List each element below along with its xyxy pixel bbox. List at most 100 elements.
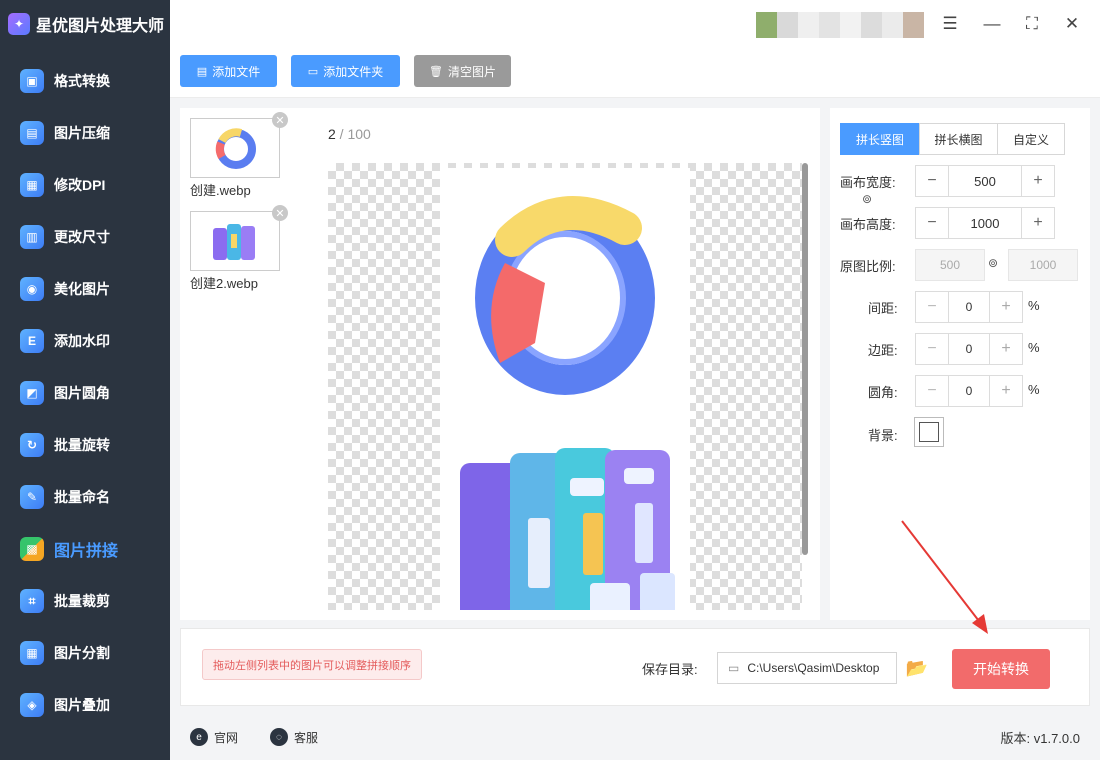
- margin-stepper[interactable]: − 0 +: [915, 333, 1023, 365]
- sidebar-item-split[interactable]: ▦ 图片分割: [0, 627, 170, 679]
- decrease-button[interactable]: −: [916, 208, 948, 238]
- watermark-icon: E: [20, 329, 44, 353]
- sidebar-item-image-compress[interactable]: ▤ 图片压缩: [0, 107, 170, 159]
- user-avatar[interactable]: [756, 12, 924, 38]
- sidebar-item-watermark[interactable]: E 添加水印: [0, 315, 170, 367]
- tab-horizontal[interactable]: 拼长横图: [919, 123, 998, 155]
- corner-radius-label: 圆角:: [868, 385, 898, 400]
- sidebar-item-resize[interactable]: ▥ 更改尺寸: [0, 211, 170, 263]
- increase-button[interactable]: +: [990, 334, 1022, 364]
- preview-scrollbar[interactable]: [802, 163, 808, 555]
- remove-file-icon[interactable]: ✕: [272, 112, 288, 128]
- canvas-height-stepper[interactable]: − 1000 +: [915, 207, 1055, 239]
- sidebar-item-crop[interactable]: ⌗ 批量裁剪: [0, 575, 170, 627]
- spacing-stepper[interactable]: − 0 +: [915, 291, 1023, 323]
- maximize-icon[interactable]: ⛶: [1018, 10, 1046, 38]
- dpi-icon: ▦: [20, 173, 44, 197]
- sidebar-item-beautify[interactable]: ◉ 美化图片: [0, 263, 170, 315]
- image-compress-icon: ▤: [20, 121, 44, 145]
- sidebar-item-dpi[interactable]: ▦ 修改DPI: [0, 159, 170, 211]
- file-name: 创建2.webp: [190, 276, 258, 291]
- file-thumbnail[interactable]: ✕: [190, 205, 288, 271]
- sidebar-item-label: 图片拼接: [54, 543, 119, 560]
- rotate-icon: ↻: [20, 433, 44, 457]
- layers-icon: ◈: [20, 693, 44, 717]
- close-icon[interactable]: ✕: [1058, 10, 1086, 38]
- increase-button[interactable]: +: [1022, 208, 1054, 238]
- mode-tabs: 拼长竖图 拼长横图 自定义: [840, 123, 1065, 155]
- decrease-button[interactable]: −: [916, 376, 948, 406]
- sidebar-item-rotate[interactable]: ↻ 批量旋转: [0, 419, 170, 471]
- percent-sign: %: [1028, 382, 1040, 397]
- sidebar-item-stitch[interactable]: ▩ 图片拼接: [0, 523, 170, 575]
- link-icon[interactable]: ⊚: [862, 192, 872, 206]
- browse-folder-icon[interactable]: 📂: [905, 656, 929, 680]
- support-link[interactable]: ◌ 客服: [270, 728, 318, 746]
- sidebar-item-label: 格式转换: [54, 73, 110, 89]
- background-color-picker[interactable]: [914, 417, 944, 447]
- remove-file-icon[interactable]: ✕: [272, 205, 288, 221]
- stitched-image: [440, 168, 690, 610]
- beautify-icon: ◉: [20, 277, 44, 301]
- corner-radius-stepper[interactable]: − 0 +: [915, 375, 1023, 407]
- app-logo-icon: ✦: [8, 13, 30, 35]
- settings-sliders-icon[interactable]: ☰: [936, 10, 964, 38]
- canvas-height-label: 画布高度:: [840, 217, 896, 232]
- canvas-width-value[interactable]: 500: [948, 166, 1022, 196]
- margin-value[interactable]: 0: [948, 334, 990, 364]
- donut-chart-thumb-icon: [215, 128, 256, 169]
- file-icon: ▤: [196, 65, 208, 78]
- tab-vertical[interactable]: 拼长竖图: [840, 123, 920, 155]
- add-file-button[interactable]: ▤ 添加文件: [180, 55, 277, 87]
- ratio-width-field: 500: [915, 249, 985, 281]
- preview-panel: 2 / 100: [308, 108, 820, 620]
- footer: e 官网 ◌ 客服 版本: v1.7.0.0: [170, 712, 1100, 760]
- sidebar-item-label: 更改尺寸: [54, 229, 110, 245]
- corner-radius-value[interactable]: 0: [948, 376, 990, 406]
- sidebar-item-label: 批量裁剪: [54, 593, 110, 609]
- sidebar-item-label: 图片压缩: [54, 125, 110, 141]
- sidebar-item-round-corner[interactable]: ◩ 图片圆角: [0, 367, 170, 419]
- start-convert-button[interactable]: 开始转换: [952, 649, 1050, 689]
- clear-images-button[interactable]: 🗑 清空图片: [414, 55, 511, 87]
- spacing-value[interactable]: 0: [948, 292, 990, 322]
- sidebar-item-label: 图片叠加: [54, 697, 110, 713]
- folder-outline-icon: ▭: [728, 661, 740, 675]
- canvas-height-value[interactable]: 1000: [948, 208, 1022, 238]
- increase-button[interactable]: +: [990, 292, 1022, 322]
- add-folder-button[interactable]: ▭ 添加文件夹: [291, 55, 400, 87]
- crop-icon: ⌗: [20, 589, 44, 613]
- stitched-preview-icon: [460, 196, 675, 610]
- save-directory-field[interactable]: ▭ C:\Users\Qasim\Desktop: [717, 652, 897, 684]
- sidebar-item-label: 修改DPI: [54, 177, 106, 193]
- canvas-width-stepper[interactable]: − 500 +: [915, 165, 1055, 197]
- sidebar-item-rename[interactable]: ✎ 批量命名: [0, 471, 170, 523]
- file-thumbnail[interactable]: ✕: [190, 112, 288, 178]
- decrease-button[interactable]: −: [916, 166, 948, 196]
- chat-icon: ◌: [270, 728, 288, 746]
- decrease-button[interactable]: −: [916, 334, 948, 364]
- decrease-button[interactable]: −: [916, 292, 948, 322]
- file-name: 创建.webp: [190, 183, 251, 198]
- file-item[interactable]: ✕ 创建.webp: [190, 112, 300, 199]
- binders-thumb-icon: [213, 224, 255, 260]
- margin-label: 边距:: [868, 343, 898, 358]
- website-link[interactable]: e 官网: [190, 728, 238, 746]
- increase-button[interactable]: +: [990, 376, 1022, 406]
- image-convert-icon: ▣: [20, 69, 44, 93]
- sidebar-nav: ▣ 格式转换 ▤ 图片压缩 ▦ 修改DPI ▥ 更改尺寸 ◉ 美化图片 E 添加水印 ◩ 图片圆角 ↻ 批量旋…: [0, 55, 170, 731]
- link-icon: ⊚: [988, 256, 999, 270]
- sidebar-item-image-convert[interactable]: ▣ 格式转换: [0, 55, 170, 107]
- minimize-icon[interactable]: —: [978, 10, 1006, 38]
- original-ratio-label: 原图比例:: [840, 259, 896, 274]
- file-item[interactable]: ✕ 创建2.webp: [190, 205, 300, 292]
- folder-icon: ▭: [307, 65, 319, 78]
- sidebar-item-label: 批量命名: [54, 489, 110, 505]
- canvas-width-label: 画布宽度:: [840, 175, 896, 190]
- sidebar-item-layers[interactable]: ◈ 图片叠加: [0, 679, 170, 731]
- sidebar-item-label: 批量旋转: [54, 437, 110, 453]
- app-title-text: 星优图片处理大师: [36, 18, 165, 35]
- tab-custom[interactable]: 自定义: [997, 123, 1065, 155]
- increase-button[interactable]: +: [1022, 166, 1054, 196]
- sidebar-item-label: 添加水印: [54, 333, 110, 349]
